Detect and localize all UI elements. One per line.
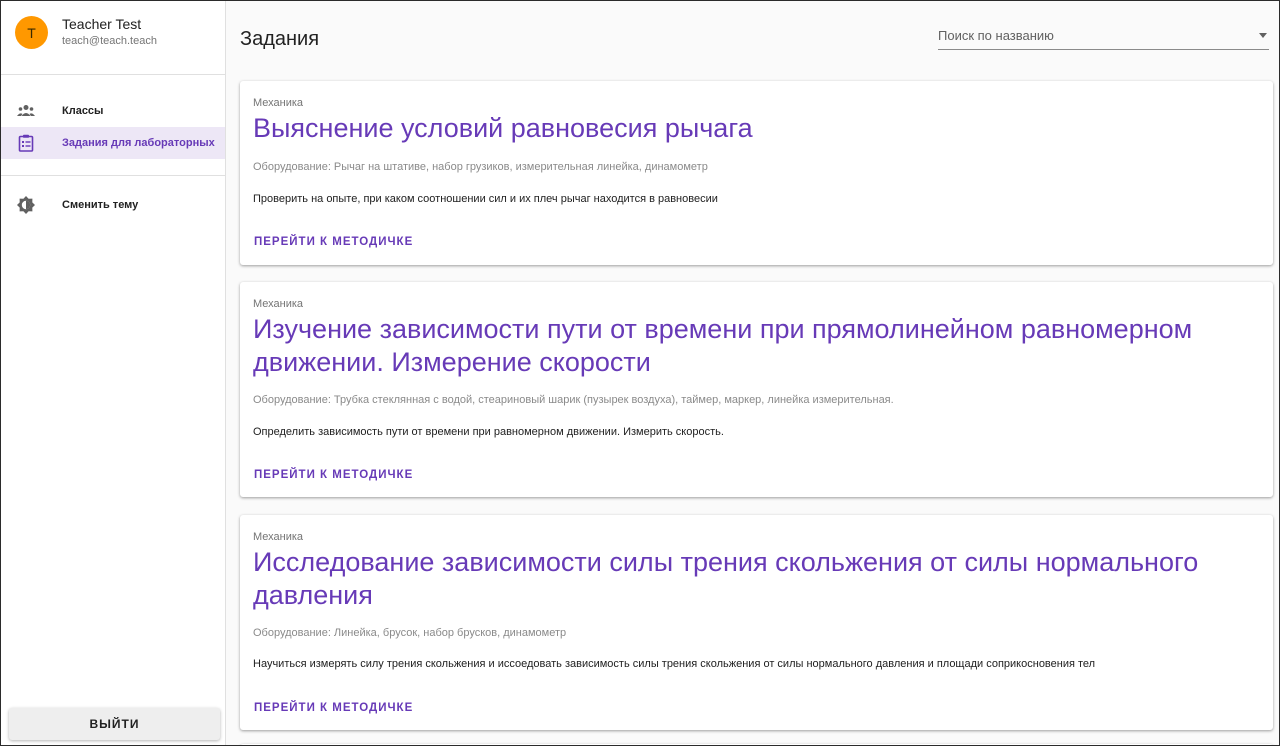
page-title: Задания — [240, 28, 320, 50]
sidebar-item-label: Классы — [62, 105, 104, 117]
sidebar-item-lab-tasks[interactable]: Задания для лабораторных — [1, 127, 225, 159]
open-guide-link[interactable]: ПЕРЕЙТИ К МЕТОДИЧКЕ — [254, 469, 413, 481]
task-card-partial — [240, 744, 1273, 745]
open-guide-link[interactable]: ПЕРЕЙТИ К МЕТОДИЧКЕ — [254, 236, 413, 248]
sidebar-secondary: Сменить тему — [1, 176, 225, 221]
user-email: teach@teach.teach — [62, 35, 157, 47]
sidebar-nav: Классы Задания для лабораторных — [1, 75, 225, 176]
main-content: Задания Поиск по названию Механика Выясн… — [227, 1, 1279, 745]
search-select[interactable]: Поиск по названию — [938, 23, 1269, 50]
card-title: Изучение зависимости пути от времени при… — [253, 314, 1193, 377]
task-card: Механика Изучение зависимости пути от вр… — [240, 282, 1273, 497]
change-theme-label: Сменить тему — [62, 199, 139, 211]
open-guide-link[interactable]: ПЕРЕЙТИ К МЕТОДИЧКЕ — [254, 702, 413, 714]
card-equipment: Оборудование: Трубка стеклянная с водой,… — [253, 394, 894, 406]
card-equipment: Оборудование: Линейка, брусок, набор бру… — [253, 627, 567, 639]
card-category: Механика — [253, 97, 304, 109]
card-equipment: Оборудование: Рычаг на штативе, набор гр… — [253, 161, 708, 173]
sidebar-item-label: Задания для лабораторных — [62, 137, 215, 149]
task-card: Механика Выяснение условий равновесия ры… — [240, 81, 1273, 265]
avatar: T — [15, 16, 48, 49]
task-card: Механика Исследование зависимости силы т… — [240, 515, 1273, 730]
header: Задания Поиск по названию — [227, 1, 1279, 81]
user-name: Teacher Test — [62, 16, 142, 32]
brightness-icon — [17, 196, 35, 214]
user-info: Teacher Test teach@teach.teach — [62, 16, 157, 47]
card-description: Проверить на опыте, при каком соотношени… — [253, 193, 718, 205]
logout-button[interactable]: ВЫЙТИ — [9, 708, 220, 740]
dropdown-arrow-icon[interactable] — [1259, 33, 1267, 38]
card-category: Механика — [253, 531, 304, 543]
sidebar-item-classes[interactable]: Классы — [1, 95, 225, 127]
clipboard-icon — [17, 134, 35, 152]
card-description: Определить зависимость пути от времени п… — [253, 426, 724, 438]
search-placeholder: Поиск по названию — [938, 28, 1054, 43]
card-description: Научиться измерять силу трения скольжени… — [253, 658, 1096, 670]
card-title: Выяснение условий равновесия рычага — [253, 113, 753, 143]
change-theme-item[interactable]: Сменить тему — [1, 189, 225, 221]
card-title: Исследование зависимости силы трения ско… — [253, 547, 1199, 610]
user-profile: T Teacher Test teach@teach.teach — [1, 1, 225, 75]
sidebar: T Teacher Test teach@teach.teach Классы — [1, 1, 226, 745]
card-category: Механика — [253, 298, 304, 310]
people-icon — [17, 102, 35, 120]
